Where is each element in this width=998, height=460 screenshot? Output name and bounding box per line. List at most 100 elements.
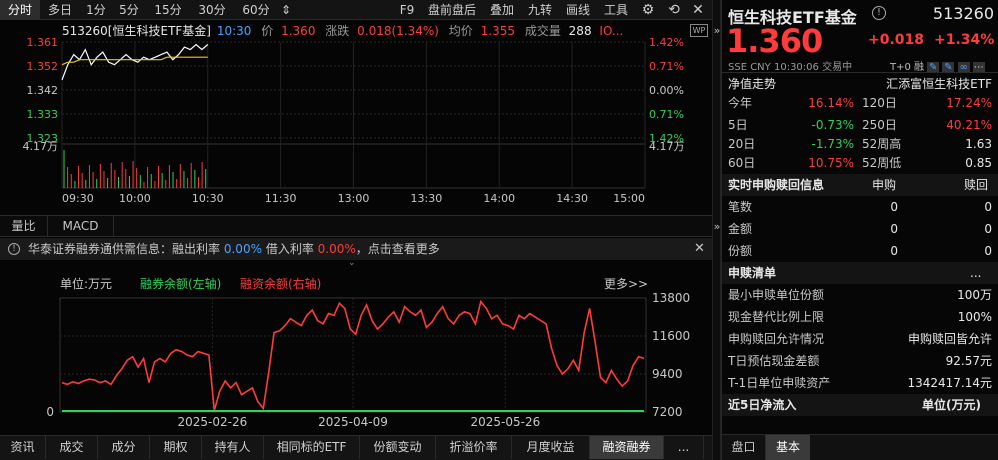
info-circle-icon[interactable]: ! xyxy=(872,6,886,20)
close-icon[interactable]: ✕ xyxy=(688,0,708,20)
list-label: 最小申赎单位份额 xyxy=(728,288,825,302)
tool-tools[interactable]: 工具 xyxy=(600,0,632,20)
right-axis-label: 7200 xyxy=(652,405,683,419)
time-tick-label: 14:00 xyxy=(483,192,515,205)
tab-order-book[interactable]: 盘口 xyxy=(722,435,766,460)
tab-news[interactable]: 资讯 xyxy=(0,436,46,459)
list-title: 申赎清单 xyxy=(728,266,777,280)
realtime-subscribe: 0 xyxy=(890,222,898,236)
tab-options[interactable]: 期权 xyxy=(150,436,202,459)
quote-panel: 恒生科技ETF基金 ! 513260 1.360 +0.018 +1.34% S… xyxy=(721,0,998,460)
realtime-row: 笔数 0 0 xyxy=(722,196,998,218)
back-arrow-icon[interactable]: ⟲ xyxy=(664,0,684,20)
tab-30min[interactable]: 30分 xyxy=(194,0,230,20)
list-value: 1342417.14元 xyxy=(907,376,992,390)
realtime-redeem: 0 xyxy=(984,222,992,236)
time-tick-label: 11:30 xyxy=(265,192,297,205)
cursor-time: 10:30 xyxy=(216,24,252,38)
tab-multi-day[interactable]: 多日 xyxy=(42,0,78,20)
volume-tick-label-right: 4.17万 xyxy=(649,140,685,153)
collapse-top-icon[interactable]: » xyxy=(713,24,721,37)
tool-f9[interactable]: F9 xyxy=(394,0,420,20)
tab-volume-ratio[interactable]: 量比 xyxy=(0,216,48,237)
list-header: 申赎清单 ... xyxy=(722,262,998,284)
flow-header: 近5日净流入 单位(万元) xyxy=(722,394,998,416)
tab-same-target-etf[interactable]: 相同标的ETF xyxy=(264,436,360,459)
realtime-label: 笔数 xyxy=(728,200,753,214)
pct-tick-label: 0.00% xyxy=(649,84,684,97)
avg-label: 均价 xyxy=(448,24,473,38)
pct-tick-label: 0.71% xyxy=(649,108,684,121)
tab-more[interactable]: ... xyxy=(664,436,704,459)
drag-handle-icon[interactable]: ⌄ xyxy=(348,258,356,268)
security-code: 513260 xyxy=(932,4,994,23)
lending-rate-label: 融出利率 xyxy=(172,242,221,256)
volume-tick-label: 4.17万 xyxy=(23,140,59,153)
settings-gear-icon[interactable]: ⚙ xyxy=(638,0,658,20)
tab-intraday[interactable]: 分时 xyxy=(0,0,40,20)
tab-trades[interactable]: 成交 xyxy=(46,436,98,459)
tab-holders[interactable]: 持有人 xyxy=(202,436,264,459)
tool-pre-post-market[interactable]: 盘前盘后 xyxy=(424,0,480,20)
tab-5min[interactable]: 5分 xyxy=(114,0,144,20)
last-price: 1.360 xyxy=(726,22,823,60)
price-tick-label: 1.342 xyxy=(27,84,59,97)
tab-monthly-return[interactable]: 月度收益 xyxy=(512,436,590,459)
perf-row: 今年 16.14% 120日 17.24% xyxy=(722,92,998,114)
indicator-tab-bar: 量比 MACD xyxy=(0,215,712,237)
intraday-chart[interactable]: 1.361 1.42% 1.352 0.71% 1.342 0.00% 1.333 0.71%… xyxy=(0,38,712,210)
period-more-icon[interactable]: ⇕ xyxy=(278,0,294,20)
chart-header: 513260[恒生科技ETF基金] 10:30 价 1.360 涨跌 0.018… xyxy=(62,22,712,38)
nav-trend-label[interactable]: 净值走势 xyxy=(728,75,776,92)
wp-badge-icon[interactable]: WP xyxy=(690,24,708,37)
notice-tail: ，点击查看更多 xyxy=(355,242,440,256)
perf-value: 17.24% xyxy=(946,96,992,110)
tool-draw-line[interactable]: 画线 xyxy=(562,0,594,20)
security-name: 513260[恒生科技ETF基金] xyxy=(62,24,211,38)
margin-chart[interactable]: 13800 11600 9400 7200 0 2025-02-26 2025-04-09 2… xyxy=(0,288,712,430)
list-more[interactable]: ... xyxy=(970,262,981,284)
tool-nine-turn[interactable]: 九转 xyxy=(524,0,556,20)
tab-15min[interactable]: 15分 xyxy=(150,0,186,20)
tab-1min[interactable]: 1分 xyxy=(82,0,110,20)
tab-margin-trading[interactable]: 融资融券 xyxy=(590,436,664,459)
right-axis-label: 11600 xyxy=(652,329,690,343)
tab-basic[interactable]: 基本 xyxy=(766,435,810,460)
margin-notice-bar[interactable]: ! 华泰证券融券通供需信息：融出利率 0.00% 借入利率 0.00%，点击查看… xyxy=(0,238,712,260)
perf-value: 10.75% xyxy=(808,156,854,170)
tab-macd[interactable]: MACD xyxy=(48,216,114,237)
collapse-mid-icon[interactable]: » xyxy=(713,220,721,233)
volume-value: 288 xyxy=(568,24,592,38)
realtime-subscribe: 0 xyxy=(890,200,898,214)
realtime-subscribe: 0 xyxy=(890,244,898,258)
tab-share-change[interactable]: 份额变动 xyxy=(360,436,436,459)
chart-header-more[interactable]: IO... xyxy=(599,24,623,38)
time-tick-label: 14:30 xyxy=(556,192,588,205)
realtime-row: 金额 0 0 xyxy=(722,218,998,240)
quote-toolbar: T+0 融 ✎ ✎ ∞ ⋯ xyxy=(890,58,985,73)
notice-text: 华泰证券融券通供需信息：融出利率 0.00% 借入利率 0.00%，点击查看更多 xyxy=(28,238,440,260)
realtime-redeem: 0 xyxy=(984,244,992,258)
perf-value: 16.14% xyxy=(808,96,854,110)
lending-rate-value: 0.00% xyxy=(223,242,262,256)
notice-prefix: 华泰证券融券通供需信息： xyxy=(28,242,173,256)
realtime-label: 份额 xyxy=(728,244,753,258)
panel-divider[interactable]: » » xyxy=(712,0,721,460)
price-tick-label: 1.361 xyxy=(27,38,59,49)
tab-60min[interactable]: 60分 xyxy=(238,0,274,20)
list-label: T-1日单位申赎资产 xyxy=(728,376,831,390)
perf-label: 120日 xyxy=(862,96,897,110)
price-label: 价 xyxy=(261,24,274,38)
tool-overlay[interactable]: 叠加 xyxy=(486,0,518,20)
redeem-col: 赎回 xyxy=(964,178,989,192)
right-tab-bar: 盘口 基本 xyxy=(722,434,998,460)
tab-components[interactable]: 成分 xyxy=(98,436,150,459)
divider xyxy=(722,72,998,73)
realtime-title: 实时申购赎回信息 xyxy=(728,178,825,192)
tab-premium[interactable]: 折溢价率 xyxy=(436,436,512,459)
perf-value: 0.85 xyxy=(965,156,992,170)
notice-close-icon[interactable]: ✕ xyxy=(694,238,705,260)
volume-label: 成交量 xyxy=(524,24,561,38)
list-label: T日预估现金差额 xyxy=(728,354,820,368)
time-tick-label: 15:00 xyxy=(613,192,645,205)
